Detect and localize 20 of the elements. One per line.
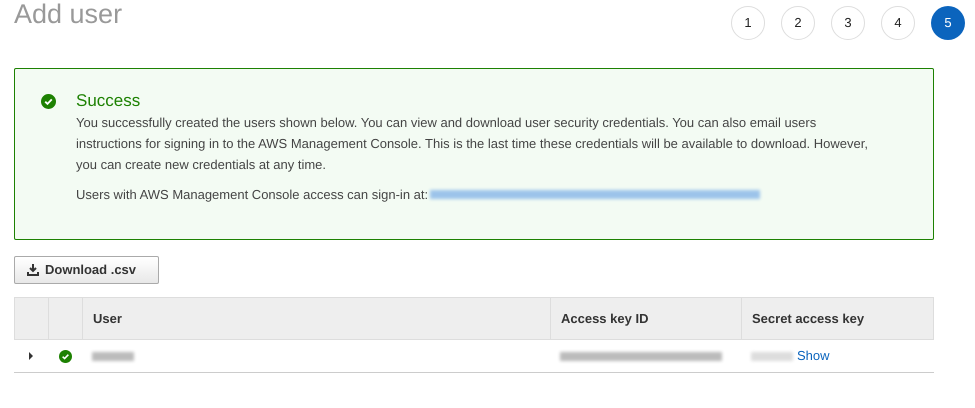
column-header: Secret access key (751, 310, 866, 328)
success-icon (41, 94, 56, 109)
blurred-secret (751, 352, 793, 360)
alert-title: Success (76, 91, 142, 111)
download-button[interactable]: Download .csv (14, 256, 159, 284)
step-indicator: 4 (881, 6, 915, 40)
show-link[interactable]: Show (797, 346, 830, 366)
success-icon (58, 350, 72, 362)
alert-message: You successfully created the users shown below. You can view and download user security credentials. You can also email users instructions for signing in to the AWS Management Console. This is the last time these credentials will be available to download. However, you can create new credentials at any time. (76, 114, 869, 174)
signin-text: Users with AWS Management Console access can sign-in at: (76, 186, 428, 204)
step-indicator: 1 (731, 6, 765, 40)
caret-right-icon[interactable] (28, 352, 34, 360)
step-indicator: 5 (931, 6, 965, 40)
step-indicator: 2 (781, 6, 815, 40)
column-header: User (83, 298, 551, 339)
download-icon (27, 264, 39, 276)
column-header: Access key ID (551, 298, 742, 339)
step-indicator: 3 (831, 6, 865, 40)
page-title: Add user (14, 1, 122, 28)
blurred-username (92, 352, 134, 360)
